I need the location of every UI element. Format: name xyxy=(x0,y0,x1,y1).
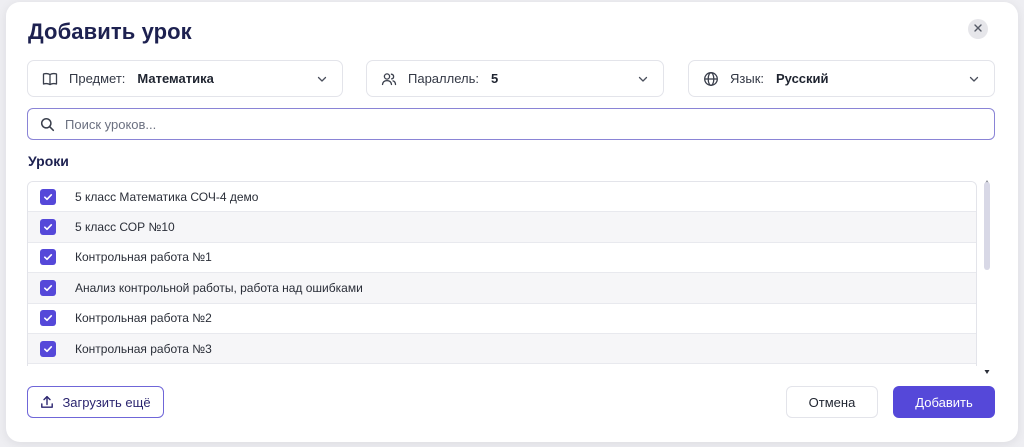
search-box[interactable] xyxy=(27,108,995,140)
list-item[interactable]: Контрольная работа №3 xyxy=(28,333,976,365)
subject-value: Математика xyxy=(137,71,214,86)
scroll-up-arrow-icon[interactable] xyxy=(984,172,990,184)
list-item[interactable]: Контрольная работа №2 xyxy=(28,303,976,334)
cancel-button[interactable]: Отмена xyxy=(786,386,878,418)
parallel-value: 5 xyxy=(490,71,499,86)
globe-icon xyxy=(703,71,719,87)
chevron-down-icon xyxy=(637,73,649,85)
language-label: Язык: xyxy=(730,71,764,86)
lesson-label: Анализ контрольной работы, работа над ош… xyxy=(75,280,363,295)
checkbox-checked[interactable] xyxy=(40,279,56,296)
list-item[interactable]: 5 класс СОР №10 xyxy=(28,212,976,243)
book-icon xyxy=(42,71,58,87)
scroll-down-arrow-icon[interactable] xyxy=(984,362,990,374)
search-input[interactable] xyxy=(65,116,982,132)
lesson-label: 5 класс СОР №10 xyxy=(75,220,175,235)
subject-label: Предмет: xyxy=(69,71,126,86)
lesson-list: 5 класс Математика СОЧ-4 демо 5 класс СО… xyxy=(27,181,977,366)
upload-icon xyxy=(40,395,54,409)
language-value: Русский xyxy=(776,71,829,86)
list-scrollbar[interactable] xyxy=(982,170,992,374)
list-item[interactable]: Анализ контрольной работы, работа над ош… xyxy=(28,273,976,304)
modal-title: Добавить урок xyxy=(28,19,192,44)
language-dropdown[interactable]: Язык: Русский xyxy=(688,60,995,97)
checkbox-checked[interactable] xyxy=(40,249,56,266)
users-icon xyxy=(381,71,397,87)
subject-dropdown[interactable]: Предмет: Математика xyxy=(27,60,343,97)
checkbox-checked[interactable] xyxy=(40,340,56,357)
lesson-label: Контрольная работа №3 xyxy=(75,341,212,356)
checkbox-checked[interactable] xyxy=(40,310,56,327)
scroll-thumb[interactable] xyxy=(984,182,990,270)
checkbox-checked[interactable] xyxy=(40,219,56,236)
close-button[interactable] xyxy=(968,19,988,39)
parallel-label: Параллель: xyxy=(408,71,479,86)
list-item[interactable]: Контрольная работа №1 xyxy=(28,242,976,274)
search-icon xyxy=(40,117,55,132)
list-item[interactable]: 5 класс Математика СОЧ-4 демо xyxy=(28,182,976,213)
add-lesson-modal: Добавить урок Предмет: Математика Паралл… xyxy=(6,2,1018,442)
checkbox-checked[interactable] xyxy=(40,188,56,205)
chevron-down-icon xyxy=(968,73,980,85)
load-more-button[interactable]: Загрузить ещё xyxy=(27,386,164,418)
lesson-label: Контрольная работа №1 xyxy=(75,250,212,265)
add-button[interactable]: Добавить xyxy=(893,386,995,418)
lesson-label: 5 класс Математика СОЧ-4 демо xyxy=(75,189,259,204)
lessons-heading: Уроки xyxy=(28,153,69,169)
lesson-label: Контрольная работа №2 xyxy=(75,311,212,326)
load-more-label: Загрузить ещё xyxy=(62,394,151,410)
parallel-dropdown[interactable]: Параллель: 5 xyxy=(366,60,664,97)
close-icon xyxy=(973,20,983,38)
chevron-down-icon xyxy=(316,73,328,85)
